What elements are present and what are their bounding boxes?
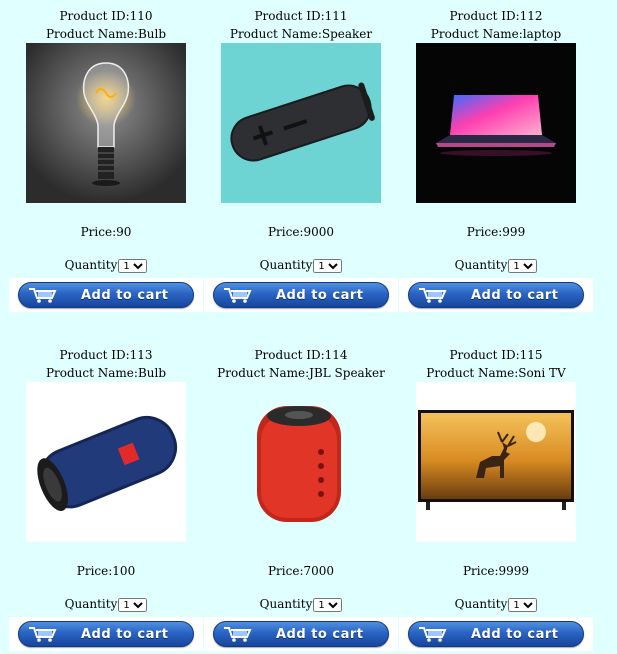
cart-panel: Add to cart <box>9 278 203 312</box>
product-price: Price:7000 <box>267 564 335 578</box>
product-id: Product ID:113 <box>59 348 153 362</box>
quantity-row: Quantity 1 <box>399 596 593 612</box>
cart-panel: Add to cart <box>9 617 203 651</box>
quantity-label: Quantity <box>259 597 313 611</box>
product-id: Product ID:110 <box>59 9 153 23</box>
add-to-cart-label: Add to cart <box>276 287 364 303</box>
add-to-cart-button[interactable]: Add to cart <box>18 621 194 647</box>
product-name: Product Name:Soni TV <box>426 366 566 380</box>
product-card: Product ID:112 Product Name:laptop Price… <box>399 7 593 312</box>
product-id: Product ID:111 <box>254 9 348 23</box>
product-name: Product Name:Bulb <box>45 366 167 380</box>
red-speaker-image <box>221 382 381 542</box>
quantity-row: Quantity 1 <box>204 596 398 612</box>
quantity-row: Quantity 1 <box>9 596 203 612</box>
quantity-select[interactable]: 1 <box>313 258 343 273</box>
quantity-select[interactable]: 1 <box>118 258 148 273</box>
add-to-cart-button[interactable]: Add to cart <box>213 621 389 647</box>
quantity-label: Quantity <box>64 258 118 272</box>
product-card: Product ID:114 Product Name:JBL Speaker … <box>204 346 398 651</box>
product-card: Product ID:115 Product Name:Soni TV Pric… <box>399 346 593 651</box>
cart-panel: Add to cart <box>204 278 398 312</box>
product-price: Price:999 <box>466 225 526 239</box>
product-card: Product ID:111 Product Name:Speaker Pric… <box>204 7 398 312</box>
quantity-row: Quantity 1 <box>9 257 203 273</box>
cart-icon <box>216 623 260 645</box>
quantity-label: Quantity <box>64 597 118 611</box>
product-card: Product ID:110 Product Name:Bulb Price:9… <box>9 7 203 312</box>
quantity-row: Quantity 1 <box>204 257 398 273</box>
product-price: Price:9999 <box>462 564 530 578</box>
quantity-select[interactable]: 1 <box>118 597 148 612</box>
cylinder-speaker-image <box>221 43 381 203</box>
quantity-select[interactable]: 1 <box>508 597 538 612</box>
quantity-select[interactable]: 1 <box>508 258 538 273</box>
cart-icon <box>216 284 260 306</box>
product-price: Price:90 <box>80 225 132 239</box>
add-to-cart-button[interactable]: Add to cart <box>408 621 584 647</box>
product-id: Product ID:112 <box>449 9 543 23</box>
cart-panel: Add to cart <box>399 617 593 651</box>
cart-icon <box>411 623 455 645</box>
cart-panel: Add to cart <box>399 278 593 312</box>
add-to-cart-button[interactable]: Add to cart <box>18 282 194 308</box>
quantity-select[interactable]: 1 <box>313 597 343 612</box>
quantity-label: Quantity <box>259 258 313 272</box>
product-name: Product Name:laptop <box>430 27 562 41</box>
product-id: Product ID:114 <box>254 348 348 362</box>
cart-icon <box>411 284 455 306</box>
product-image <box>416 382 576 542</box>
product-image <box>26 43 186 203</box>
laptop-image <box>416 43 576 203</box>
product-name: Product Name:Speaker <box>229 27 373 41</box>
product-name: Product Name:Bulb <box>45 27 167 41</box>
quantity-label: Quantity <box>454 597 508 611</box>
product-price: Price:9000 <box>267 225 335 239</box>
quantity-label: Quantity <box>454 258 508 272</box>
cart-icon <box>21 284 65 306</box>
light-bulb-image <box>26 43 186 203</box>
cart-icon <box>21 623 65 645</box>
cart-panel: Add to cart <box>204 617 398 651</box>
add-to-cart-button[interactable]: Add to cart <box>408 282 584 308</box>
add-to-cart-label: Add to cart <box>471 626 559 642</box>
product-price: Price:100 <box>76 564 136 578</box>
product-image <box>221 382 381 542</box>
product-image <box>26 382 186 542</box>
product-image <box>416 43 576 203</box>
product-image <box>221 43 381 203</box>
add-to-cart-label: Add to cart <box>81 287 169 303</box>
product-name: Product Name:JBL Speaker <box>217 366 385 380</box>
add-to-cart-label: Add to cart <box>471 287 559 303</box>
add-to-cart-label: Add to cart <box>81 626 169 642</box>
quantity-row: Quantity 1 <box>399 257 593 273</box>
tv-deer-image <box>416 382 576 542</box>
add-to-cart-button[interactable]: Add to cart <box>213 282 389 308</box>
product-id: Product ID:115 <box>449 348 543 362</box>
product-card: Product ID:113 Product Name:Bulb Price:1… <box>9 346 203 651</box>
jbl-blue-speaker-image <box>26 382 186 542</box>
add-to-cart-label: Add to cart <box>276 626 364 642</box>
